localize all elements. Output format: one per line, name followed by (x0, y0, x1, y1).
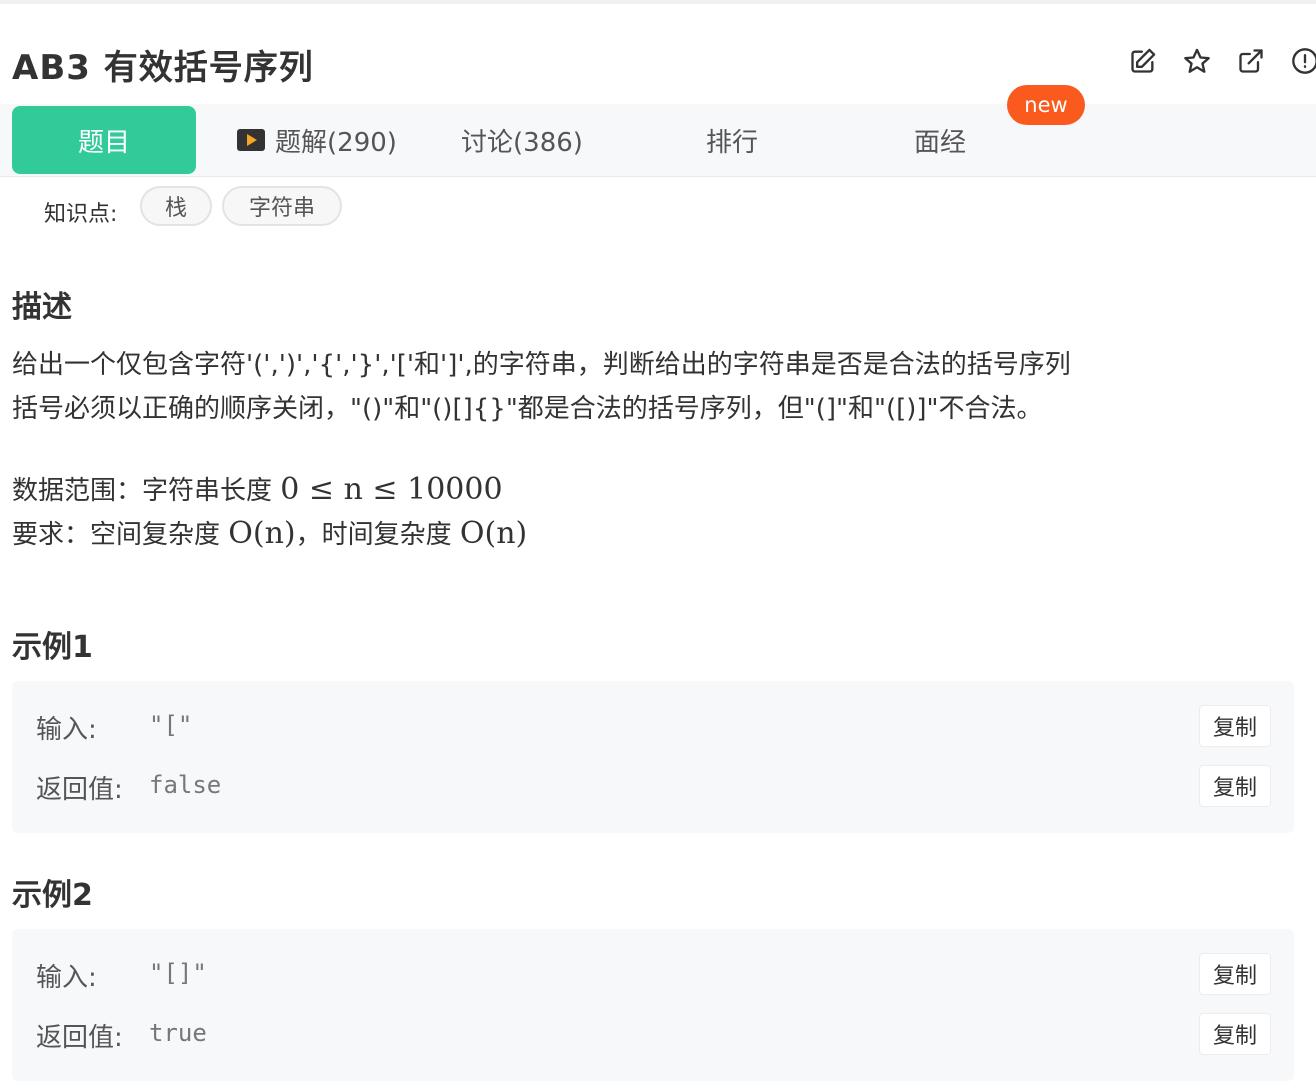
description-heading: 描述 (12, 290, 72, 325)
report-icon[interactable] (1288, 44, 1316, 78)
share-icon[interactable] (1234, 44, 1268, 78)
example-1-input-copy-button[interactable]: 复制 (1199, 705, 1271, 747)
example-2-heading: 示例2 (12, 878, 93, 913)
example-2-input-value: "[]" (149, 959, 207, 987)
example-1-heading: 示例1 (12, 630, 93, 665)
tab-solutions-label: 题解(290) (275, 127, 397, 158)
example-1-input-label: 输入: (36, 715, 97, 745)
tab-interview-label: 面经 (913, 127, 966, 158)
page-title: AB3 有效括号序列 (12, 48, 314, 88)
example-2-input-copy-button[interactable]: 复制 (1199, 953, 1271, 995)
example-1-input-value: "[" (149, 711, 193, 739)
tab-problem[interactable]: 题目 (12, 106, 196, 174)
example-1-box: 输入: "[" 复制 返回值: false 复制 (12, 681, 1294, 833)
tab-discussion[interactable]: 讨论(386) (440, 106, 604, 174)
data-range-formula: 0 ≤ n ≤ 10000 (280, 472, 503, 507)
example-1-output-value: false (149, 771, 222, 799)
header-actions (1126, 44, 1316, 78)
description-line-2: 括号必须以正确的顺序关闭，"()"和"()[]{}"都是合法的括号序列，但"(]… (12, 394, 1043, 424)
tab-discussion-label: 讨论(386) (461, 127, 583, 158)
example-2-output-copy-button[interactable]: 复制 (1199, 1013, 1271, 1055)
video-icon (237, 129, 266, 151)
example-1-output-label: 返回值: (36, 775, 123, 805)
description-line-1: 给出一个仅包含字符'(',')','{','}','['和']',的字符串，判断… (12, 350, 1071, 380)
edit-icon[interactable] (1126, 44, 1160, 78)
time-complexity-label: ，时间复杂度 (295, 520, 452, 550)
example-1-output-copy-button[interactable]: 复制 (1199, 765, 1271, 807)
example-2-output-label: 返回值: (36, 1023, 123, 1053)
top-divider (0, 0, 1316, 4)
example-2-box: 输入: "[]" 复制 返回值: true 复制 (12, 929, 1294, 1081)
knowledge-label: 知识点: (44, 202, 118, 227)
example-2-input-label: 输入: (36, 963, 97, 993)
data-range: 数据范围：字符串长度 0 ≤ n ≤ 10000 (12, 470, 503, 507)
tab-ranking-label: 排行 (705, 127, 758, 158)
space-complexity-formula: O(n) (228, 516, 296, 551)
tab-solutions[interactable]: 题解(290) (222, 106, 412, 174)
example-2-output-value: true (149, 1019, 207, 1047)
data-range-label: 数据范围：字符串长度 (12, 476, 273, 506)
tag-string[interactable]: 字符串 (222, 186, 342, 226)
tab-interview[interactable]: 面经 (858, 106, 1022, 174)
tag-stack[interactable]: 栈 (140, 186, 212, 226)
star-icon[interactable] (1180, 44, 1214, 78)
tab-ranking[interactable]: 排行 (650, 106, 814, 174)
time-complexity-formula: O(n) (459, 516, 528, 551)
tab-problem-label: 题目 (77, 127, 130, 158)
tab-bar: 题目 题解(290) 讨论(386) 排行 面经 (0, 104, 1316, 177)
space-complexity-label: 要求：空间复杂度 (12, 520, 221, 550)
complexity-requirement: 要求：空间复杂度 O(n)，时间复杂度 O(n) (12, 514, 527, 551)
new-badge: new (1007, 85, 1085, 125)
